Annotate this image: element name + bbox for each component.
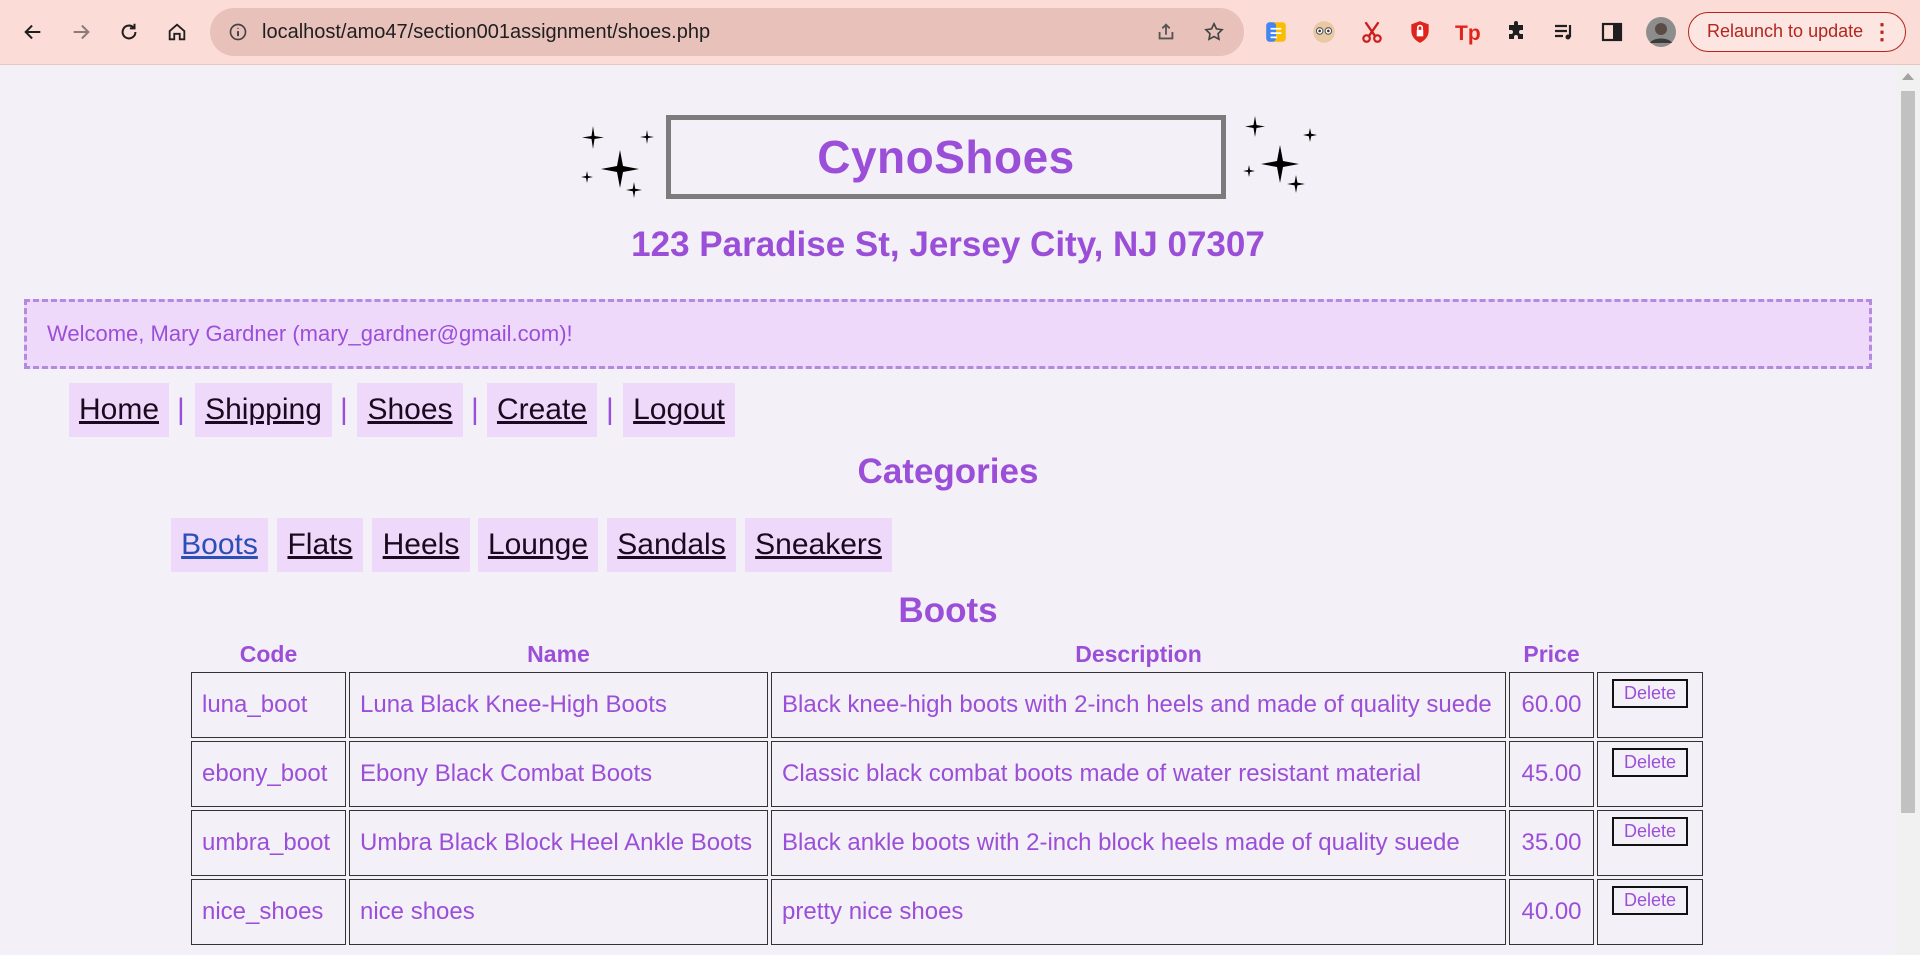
welcome-message: Welcome, Mary Gardner (mary_gardner@gmai… bbox=[47, 321, 573, 346]
profile-avatar[interactable] bbox=[1646, 17, 1676, 47]
notes-extension-icon[interactable] bbox=[1262, 18, 1290, 46]
forward-icon[interactable] bbox=[65, 16, 97, 48]
sparkles-right-icon bbox=[1243, 116, 1317, 193]
nav-shipping-link[interactable]: Shipping bbox=[195, 383, 332, 437]
url-text: localhost/amo47/section001assignment/sho… bbox=[262, 21, 711, 43]
column-header-actions bbox=[1597, 639, 1703, 669]
product-description: Classic black combat boots made of water… bbox=[771, 741, 1506, 807]
sparkles-left-icon bbox=[581, 126, 654, 198]
nav-separator: | bbox=[606, 393, 614, 426]
table-row: nice_shoes nice shoes pretty nice shoes … bbox=[191, 879, 1703, 945]
column-header-description: Description bbox=[1075, 640, 1202, 667]
delete-button[interactable]: Delete bbox=[1611, 748, 1689, 777]
category-sandals-link[interactable]: Sandals bbox=[607, 518, 736, 572]
column-header-code: Code bbox=[239, 640, 298, 667]
nav-separator: | bbox=[471, 393, 479, 426]
scissors-extension-icon[interactable] bbox=[1358, 18, 1386, 46]
browser-toolbar: localhost/amo47/section001assignment/sho… bbox=[0, 0, 1920, 65]
product-name: Luna Black Knee-High Boots bbox=[349, 672, 768, 738]
product-description: Black knee-high boots with 2-inch heels … bbox=[771, 672, 1506, 738]
column-header-price: Price bbox=[1523, 640, 1580, 667]
nav-separator: | bbox=[340, 393, 348, 426]
category-boots-link[interactable]: Boots bbox=[171, 518, 268, 572]
category-sneakers-link[interactable]: Sneakers bbox=[745, 518, 892, 572]
site-title: CynoShoes bbox=[817, 131, 1075, 183]
share-icon[interactable] bbox=[1154, 20, 1178, 44]
delete-button[interactable]: Delete bbox=[1611, 886, 1689, 915]
product-name: nice shoes bbox=[349, 879, 768, 945]
product-name: Ebony Black Combat Boots bbox=[349, 741, 768, 807]
side-panel-icon[interactable] bbox=[1598, 18, 1626, 46]
site-info-icon[interactable] bbox=[226, 20, 250, 44]
category-lounge-link[interactable]: Lounge bbox=[478, 518, 598, 572]
product-actions: Delete bbox=[1597, 672, 1703, 738]
nav-logout-link[interactable]: Logout bbox=[623, 383, 735, 437]
extensions-puzzle-icon[interactable] bbox=[1502, 18, 1530, 46]
relaunch-button[interactable]: Relaunch to update ⋮ bbox=[1688, 12, 1906, 52]
product-price: 60.00 bbox=[1509, 672, 1594, 738]
product-code: umbra_boot bbox=[191, 810, 346, 876]
product-price: 35.00 bbox=[1509, 810, 1594, 876]
welcome-banner: Welcome, Mary Gardner (mary_gardner@gmai… bbox=[24, 299, 1872, 369]
delete-button[interactable]: Delete bbox=[1611, 817, 1689, 846]
relaunch-label: Relaunch to update bbox=[1707, 21, 1864, 41]
scroll-up-icon[interactable] bbox=[1902, 73, 1914, 80]
scrollbar-thumb[interactable] bbox=[1901, 91, 1915, 813]
category-flats-link[interactable]: Flats bbox=[277, 518, 363, 572]
product-actions: Delete bbox=[1597, 810, 1703, 876]
product-price: 40.00 bbox=[1509, 879, 1594, 945]
product-actions: Delete bbox=[1597, 879, 1703, 945]
nav-separator: | bbox=[177, 393, 185, 426]
tp-extension-icon[interactable]: Tp bbox=[1454, 18, 1482, 46]
table-header-row: Code Name Description Price bbox=[191, 639, 1703, 669]
store-address: 123 Paradise St, Jersey City, NJ 07307 bbox=[631, 225, 1265, 264]
svg-text:Tp: Tp bbox=[1455, 22, 1481, 45]
table-row: luna_boot Luna Black Knee-High Boots Bla… bbox=[191, 672, 1703, 738]
home-icon[interactable] bbox=[161, 16, 193, 48]
category-heels-link[interactable]: Heels bbox=[372, 518, 470, 572]
product-code: luna_boot bbox=[191, 672, 346, 738]
nav-home-link[interactable]: Home bbox=[69, 383, 169, 437]
product-description: pretty nice shoes bbox=[771, 879, 1506, 945]
more-menu-icon[interactable]: ⋮ bbox=[1871, 13, 1893, 50]
media-queue-icon[interactable] bbox=[1550, 18, 1578, 46]
delete-button[interactable]: Delete bbox=[1611, 679, 1689, 708]
section-title: Boots bbox=[898, 591, 998, 630]
categories-heading: Categories bbox=[857, 452, 1039, 491]
back-icon[interactable] bbox=[17, 16, 49, 48]
product-price: 45.00 bbox=[1509, 741, 1594, 807]
shield-extension-icon[interactable] bbox=[1406, 18, 1434, 46]
column-header-name: Name bbox=[527, 640, 590, 667]
nav-shoes-link[interactable]: Shoes bbox=[357, 383, 463, 437]
products-table: Code Name Description Price luna_boot Lu… bbox=[188, 636, 1706, 948]
site-title-box: CynoShoes bbox=[666, 115, 1226, 199]
product-actions: Delete bbox=[1597, 741, 1703, 807]
address-bar[interactable]: localhost/amo47/section001assignment/sho… bbox=[210, 8, 1244, 56]
page-scrollbar[interactable] bbox=[1896, 65, 1920, 955]
product-code: ebony_boot bbox=[191, 741, 346, 807]
product-name: Umbra Black Block Heel Ankle Boots bbox=[349, 810, 768, 876]
face-extension-icon[interactable] bbox=[1310, 18, 1338, 46]
product-code: nice_shoes bbox=[191, 879, 346, 945]
bookmark-star-icon[interactable] bbox=[1202, 20, 1226, 44]
reload-icon[interactable] bbox=[113, 16, 145, 48]
product-description: Black ankle boots with 2-inch block heel… bbox=[771, 810, 1506, 876]
table-row: ebony_boot Ebony Black Combat Boots Clas… bbox=[191, 741, 1703, 807]
table-row: umbra_boot Umbra Black Block Heel Ankle … bbox=[191, 810, 1703, 876]
nav-create-link[interactable]: Create bbox=[487, 383, 597, 437]
